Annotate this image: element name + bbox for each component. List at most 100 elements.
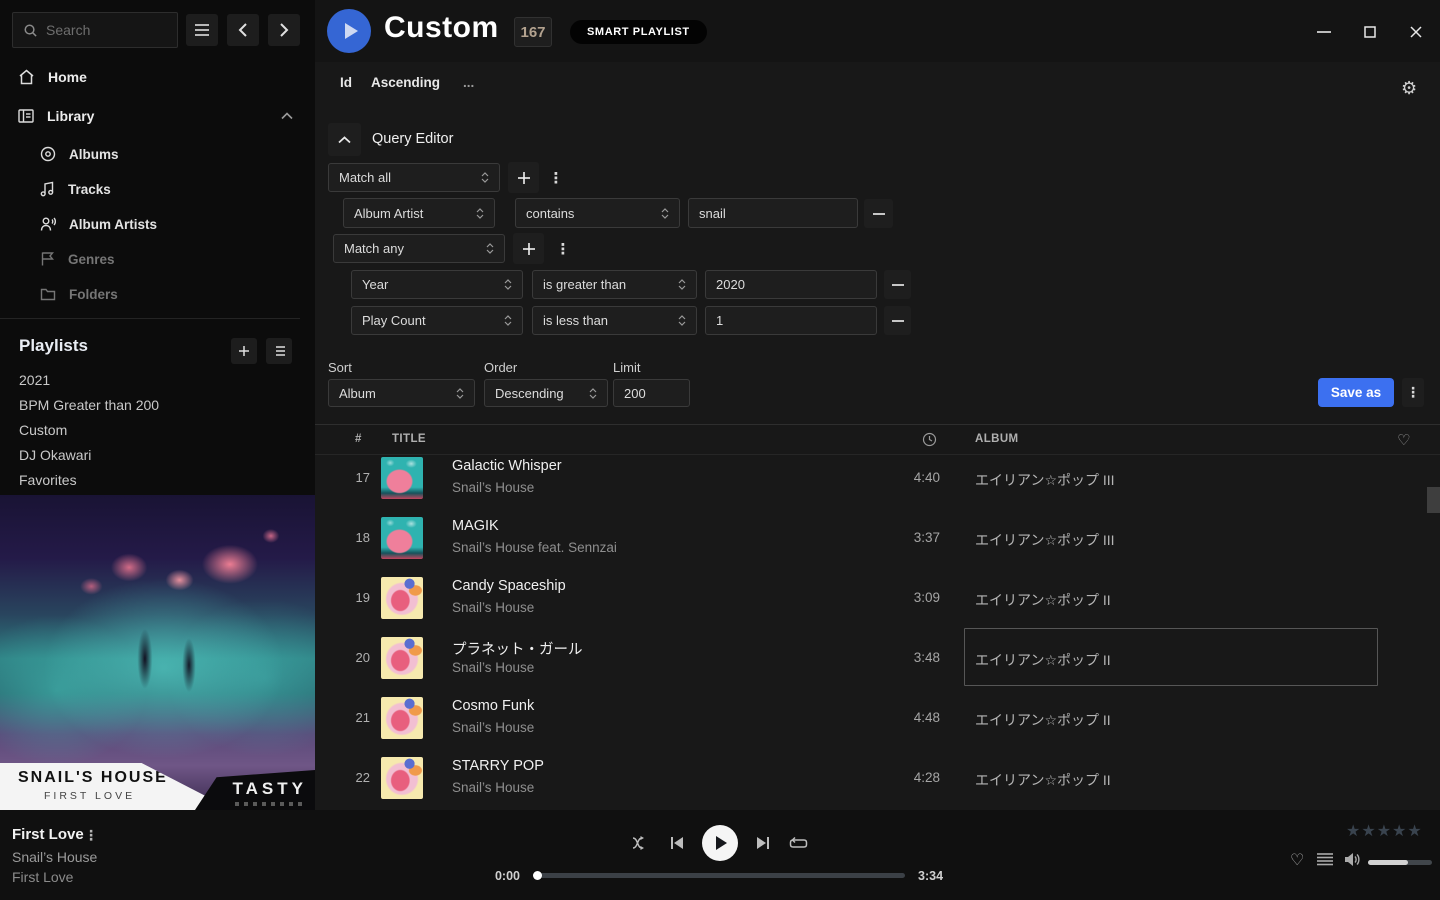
rule2-value-input[interactable]	[705, 270, 877, 299]
sidebar-item-library[interactable]: Library	[0, 101, 315, 131]
select-spinner-icon	[455, 386, 464, 400]
maximize-button[interactable]	[1361, 23, 1379, 41]
sort-more-button[interactable]: ...	[463, 75, 474, 90]
volume-fill	[1368, 860, 1408, 865]
query-menu-button[interactable]: ⋮	[1402, 378, 1424, 407]
star-icon[interactable]: ★	[1392, 821, 1406, 841]
star-icon[interactable]: ★	[1346, 821, 1360, 841]
queue-button[interactable]	[1316, 852, 1334, 867]
close-button[interactable]	[1407, 23, 1425, 41]
query-editor-collapse-button[interactable]	[328, 123, 361, 156]
search-input[interactable]	[46, 22, 156, 38]
rule2-remove-button[interactable]	[884, 270, 911, 299]
rule-field-value: Year	[362, 277, 388, 292]
match-select-group2[interactable]: Match any	[333, 234, 505, 263]
star-icon[interactable]: ★	[1377, 821, 1391, 841]
favorite-heart-button[interactable]: ♡	[1290, 850, 1304, 870]
add-playlist-button[interactable]	[231, 338, 257, 364]
add-rule-button-group1[interactable]	[508, 162, 539, 193]
chevron-up-icon[interactable]	[281, 112, 293, 120]
rule1-operator-select[interactable]: contains	[515, 198, 680, 228]
column-header-number[interactable]: #	[355, 433, 362, 445]
previous-button[interactable]	[668, 835, 686, 851]
group1-menu-button[interactable]: ⋮	[546, 162, 566, 193]
play-playlist-button[interactable]	[327, 9, 371, 53]
seek-bar[interactable]	[535, 873, 905, 878]
menu-button[interactable]	[186, 14, 218, 46]
settings-gear-icon[interactable]: ⚙	[1401, 78, 1417, 99]
playlists-title: Playlists	[19, 336, 88, 356]
scrollbar-thumb[interactable]	[1427, 487, 1440, 513]
sidebar-item-genres[interactable]: Genres	[0, 245, 315, 273]
table-row[interactable]: 17 Galactic Whisper Snail’s House 4:40 エ…	[315, 456, 1440, 508]
playlist-item[interactable]: BPM Greater than 200	[19, 397, 159, 417]
star-icon[interactable]: ★	[1407, 821, 1421, 841]
duration-column-clock-icon[interactable]	[922, 432, 937, 447]
repeat-icon	[789, 836, 808, 851]
table-row[interactable]: 21 Cosmo Funk Snail’s House 4:48 エイリアン☆ポ…	[315, 688, 1440, 748]
next-button[interactable]	[754, 835, 772, 851]
table-row[interactable]: 19 Candy Spaceship Snail’s House 3:09 エイ…	[315, 568, 1440, 628]
shuffle-button[interactable]	[631, 834, 653, 852]
sidebar-item-album-artists[interactable]: Album Artists	[0, 210, 315, 238]
minimize-button[interactable]	[1315, 23, 1333, 41]
sidebar-item-tracks[interactable]: Tracks	[0, 175, 315, 203]
rule2-field-select[interactable]: Year	[351, 270, 523, 299]
elapsed-time: 0:00	[470, 869, 520, 883]
sort-select-value: Album	[339, 386, 376, 401]
star-icon[interactable]: ★	[1361, 821, 1375, 841]
rule1-value-input[interactable]	[688, 198, 858, 228]
track-number: 20	[325, 650, 370, 665]
sidebar-item-albums[interactable]: Albums	[0, 140, 315, 168]
forward-button[interactable]	[268, 14, 300, 46]
sort-direction-button[interactable]: Ascending	[371, 75, 440, 90]
group2-menu-button[interactable]: ⋮	[553, 233, 573, 264]
favorite-column-heart-icon[interactable]: ♡	[1397, 431, 1410, 449]
app-window: Home Library Albums Tracks Album Artists…	[0, 0, 1440, 900]
add-rule-button-group2[interactable]	[513, 233, 544, 264]
rule1-field-select[interactable]: Album Artist	[343, 198, 495, 228]
now-playing-album: First Love	[12, 869, 73, 885]
playlist-item[interactable]: Custom	[19, 422, 67, 442]
sidebar-item-home[interactable]: Home	[0, 62, 315, 92]
volume-slider[interactable]	[1368, 860, 1432, 865]
sort-select[interactable]: Album	[328, 379, 475, 407]
table-row[interactable]: 22 STARRY POP Snail’s House 4:28 エイリアン☆ポ…	[315, 748, 1440, 808]
total-time: 3:34	[918, 869, 943, 883]
rule3-value-input[interactable]	[705, 306, 877, 335]
match-select-group1[interactable]: Match all	[328, 163, 500, 192]
now-playing-menu-button[interactable]: ⋮	[84, 827, 98, 844]
playlist-item[interactable]: 2021	[19, 372, 50, 392]
column-header-album[interactable]: ALBUM	[975, 433, 1019, 445]
volume-button[interactable]	[1343, 851, 1363, 868]
playlist-list-button[interactable]	[266, 338, 292, 364]
smart-playlist-badge: SMART PLAYLIST	[570, 20, 707, 44]
table-row[interactable]: 18 MAGIK Snail’s House feat. Sennzai 3:3…	[315, 508, 1440, 568]
sidebar-item-label: Album Artists	[69, 217, 157, 232]
rating-stars[interactable]: ★★★★★	[1346, 821, 1422, 841]
playlist-item[interactable]: DJ Okawari	[19, 447, 91, 467]
column-header-title[interactable]: TITLE	[392, 433, 426, 445]
play-pause-button[interactable]	[702, 825, 738, 861]
table-row[interactable]: 20 プラネット・ガール Snail’s House 3:48 エイリアン☆ポッ…	[315, 628, 1440, 688]
track-duration: 4:28	[875, 770, 940, 785]
limit-input[interactable]	[613, 379, 690, 407]
plus-icon	[517, 171, 531, 185]
rule2-operator-select[interactable]: is greater than	[532, 270, 697, 299]
rule3-remove-button[interactable]	[884, 306, 911, 335]
rule1-remove-button[interactable]	[864, 199, 893, 228]
order-select[interactable]: Descending	[484, 379, 608, 407]
back-button[interactable]	[227, 14, 259, 46]
select-spinner-icon	[660, 206, 669, 220]
home-icon	[18, 69, 35, 85]
save-as-button[interactable]: Save as	[1318, 378, 1394, 407]
rule3-operator-select[interactable]: is less than	[532, 306, 697, 335]
sidebar-item-folders[interactable]: Folders	[0, 280, 315, 308]
seek-knob[interactable]	[533, 871, 542, 880]
repeat-button[interactable]	[787, 834, 809, 852]
rule3-field-select[interactable]: Play Count	[351, 306, 523, 335]
previous-icon	[670, 836, 684, 850]
sort-field-button[interactable]: Id	[340, 75, 352, 90]
playlist-item[interactable]: Favorites	[19, 472, 77, 492]
search-box[interactable]	[12, 12, 178, 48]
